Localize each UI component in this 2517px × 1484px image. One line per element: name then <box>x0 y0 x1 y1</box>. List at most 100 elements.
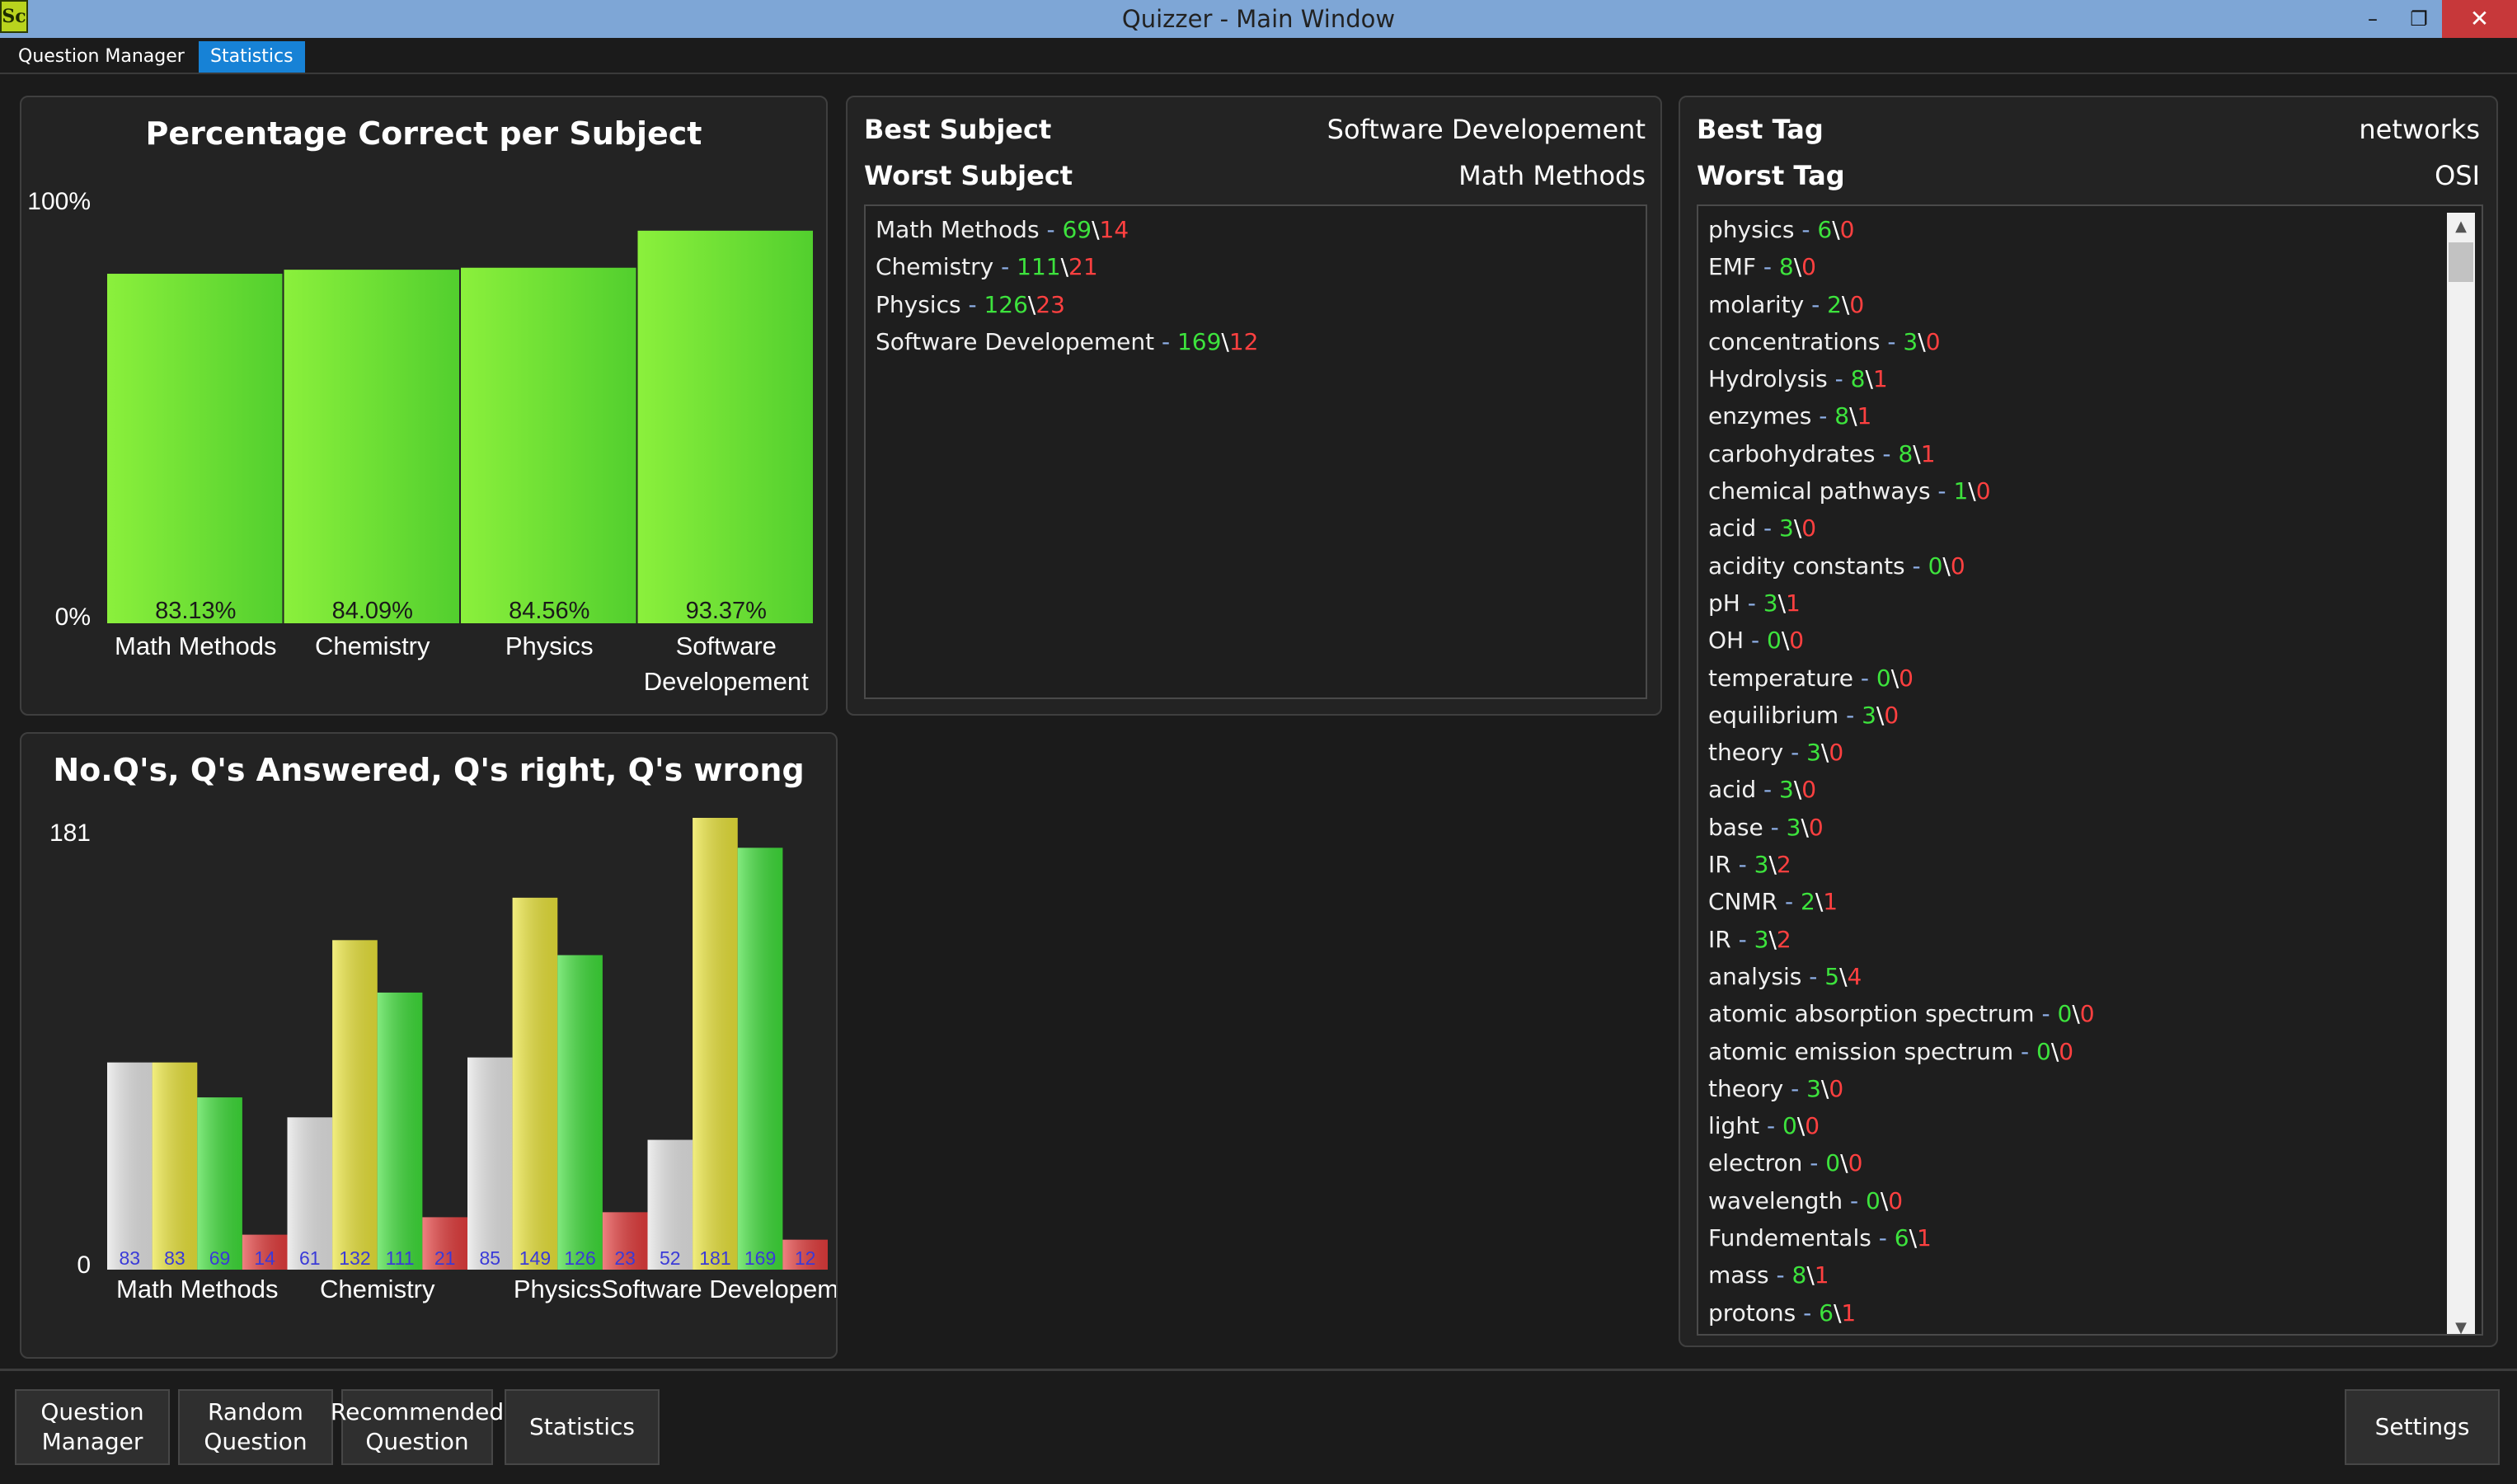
separator-dash: - <box>1838 701 1862 729</box>
tab-statistics[interactable]: Statistics <box>199 41 305 73</box>
question-manager-button[interactable]: Question Manager <box>15 1389 170 1465</box>
tag-row[interactable]: temperature - 0\0 <box>1708 660 2095 697</box>
tag-right-count: 3 <box>1786 813 1801 841</box>
separator-backslash: \ <box>1880 1186 1889 1214</box>
random-question-button[interactable]: Random Question <box>178 1389 333 1465</box>
tag-row[interactable]: chemical pathways - 1\0 <box>1708 472 2095 510</box>
tag-row[interactable]: acid - 3\0 <box>1708 771 2095 808</box>
tag-wrong-count: 1 <box>1857 402 1872 430</box>
maximize-button[interactable]: ❐ <box>2396 0 2442 38</box>
percentage-bar-label: 93.37% <box>686 598 767 624</box>
tag-row[interactable]: concentrations - 3\0 <box>1708 323 2095 360</box>
tag-row[interactable]: theory - 3\0 <box>1708 1070 2095 1107</box>
separator-dash: - <box>1796 1298 1820 1327</box>
separator-backslash: \ <box>1849 402 1857 430</box>
tag-list[interactable]: physics - 6\0 EMF - 8\0 molarity - 2\0 conc… <box>1697 204 2483 1336</box>
tag-wrong-count: 1 <box>1920 439 1936 467</box>
settings-button[interactable]: Settings <box>2345 1389 2500 1465</box>
tag-wrong-count: 1 <box>1786 589 1801 617</box>
recommended-question-button[interactable]: Recommended Question <box>331 1389 504 1465</box>
tag-name: base <box>1708 813 1763 841</box>
separator-backslash: \ <box>1027 290 1036 318</box>
scrollbar-thumb[interactable] <box>2449 242 2473 282</box>
tag-row[interactable]: molarity - 2\0 <box>1708 286 2095 323</box>
tag-row[interactable]: electron - 0\0 <box>1708 1144 2095 1181</box>
separator-dash: - <box>1756 776 1780 804</box>
tag-row[interactable]: carbohydrates - 8\1 <box>1708 435 2095 472</box>
tag-row[interactable]: mass - 8\1 <box>1708 1256 2095 1294</box>
question-bar-shade <box>557 955 603 1270</box>
scroll-up-arrow-icon[interactable]: ▲ <box>2447 213 2475 241</box>
subject-right-count: 126 <box>984 290 1028 318</box>
y-axis-bottom-label: 0 <box>77 1252 91 1279</box>
scroll-down-arrow-icon[interactable]: ▼ <box>2447 1314 2475 1334</box>
minimize-button[interactable]: – <box>2350 0 2396 38</box>
subject-stats-panel: Best Subject Software Developement Worst… <box>846 96 1662 716</box>
tab-bar: Question Manager Statistics <box>0 38 2517 74</box>
tag-row[interactable]: Hydrolysis - 8\1 <box>1708 360 2095 397</box>
question-bar-shade <box>693 818 738 1270</box>
tag-row[interactable]: wavelength - 0\0 <box>1708 1182 2095 1219</box>
tag-row[interactable]: equilibrium - 3\0 <box>1708 697 2095 734</box>
question-bar-value-label: 14 <box>254 1247 275 1269</box>
separator-backslash: \ <box>1092 216 1100 243</box>
separator-dash: - <box>1783 739 1807 767</box>
tag-name: carbohydrates <box>1708 439 1876 467</box>
tag-row[interactable]: EMF - 8\0 <box>1708 248 2095 285</box>
best-subject-value: Software Developement <box>1327 114 1646 145</box>
tag-row[interactable]: light - 0\0 <box>1708 1107 2095 1144</box>
x-axis-category-label: Software Developement <box>601 1275 836 1303</box>
tag-wrong-count: 1 <box>1823 888 1838 916</box>
statistics-button[interactable]: Statistics <box>505 1389 660 1465</box>
x-axis-category-label: Physics <box>514 1275 602 1303</box>
tag-name: IR <box>1708 925 1731 953</box>
tab-question-manager[interactable]: Question Manager <box>7 41 196 73</box>
tag-row[interactable]: atomic emission spectrum - 0\0 <box>1708 1033 2095 1070</box>
tag-row[interactable]: Fundementals - 6\1 <box>1708 1219 2095 1256</box>
subject-row[interactable]: Math Methods - 69\14 <box>876 211 1636 248</box>
tag-list-scrollbar[interactable]: ▲ ▼ <box>2447 213 2475 1334</box>
tag-row[interactable]: acidity constants - 0\0 <box>1708 547 2095 585</box>
separator-backslash: \ <box>1820 1074 1829 1102</box>
tag-name: acidity constants <box>1708 552 1905 580</box>
tag-row[interactable]: IR - 3\2 <box>1708 846 2095 883</box>
tag-row[interactable]: analysis - 5\4 <box>1708 958 2095 995</box>
separator-dash: - <box>1804 290 1828 318</box>
tag-name: mass <box>1708 1261 1769 1289</box>
tag-wrong-count: 0 <box>1899 664 1914 692</box>
tag-row[interactable]: CNMR - 2\1 <box>1708 883 2095 920</box>
separator-backslash: \ <box>1781 627 1790 655</box>
tag-name: Fundementals <box>1708 1224 1871 1252</box>
separator-backslash: \ <box>1768 851 1777 879</box>
percentage-bar-label: 84.56% <box>509 598 589 624</box>
subject-row[interactable]: Chemistry - 111\21 <box>876 248 1636 285</box>
percentage-bar-chart: 100% 0% 83.13% Math Methods 84.09% Chemistry 8… <box>27 188 813 696</box>
tag-row[interactable]: acid - 3\0 <box>1708 510 2095 547</box>
tag-right-count: 3 <box>1754 925 1769 953</box>
tag-row[interactable]: pH - 3\1 <box>1708 585 2095 622</box>
tag-right-count: 3 <box>1806 739 1821 767</box>
tag-right-count: 3 <box>1862 701 1876 729</box>
tag-row[interactable]: theory - 3\0 <box>1708 734 2095 771</box>
close-button[interactable]: ✕ <box>2442 0 2517 38</box>
tag-wrong-count: 0 <box>1849 290 1865 318</box>
subject-row[interactable]: Physics - 126\23 <box>876 286 1636 323</box>
separator-backslash: \ <box>1815 888 1824 916</box>
subject-row[interactable]: Software Developement - 169\12 <box>876 323 1636 360</box>
separator-dash: - <box>993 253 1017 281</box>
separator-dash: - <box>1759 1112 1782 1140</box>
tag-row[interactable]: enzymes - 8\1 <box>1708 397 2095 434</box>
tag-row[interactable]: OH - 0\0 <box>1708 622 2095 659</box>
subject-list[interactable]: Math Methods - 69\14 Chemistry - 111\21 Ph… <box>864 204 1647 699</box>
tag-row[interactable]: base - 3\0 <box>1708 809 2095 846</box>
tag-row[interactable]: IR - 3\2 <box>1708 921 2095 958</box>
tag-name: theory <box>1708 1074 1784 1102</box>
best-tag-label: Best Tag <box>1697 114 1824 145</box>
tag-right-count: 3 <box>1779 514 1794 542</box>
tag-row[interactable]: atomic absorption spectrum - 0\0 <box>1708 995 2095 1032</box>
separator-dash: - <box>1871 1224 1895 1252</box>
separator-dash: - <box>1039 216 1063 243</box>
tag-right-count: 3 <box>1763 589 1778 617</box>
tag-row[interactable]: protons - 6\1 <box>1708 1294 2095 1331</box>
tag-row[interactable]: physics - 6\0 <box>1708 211 2095 248</box>
